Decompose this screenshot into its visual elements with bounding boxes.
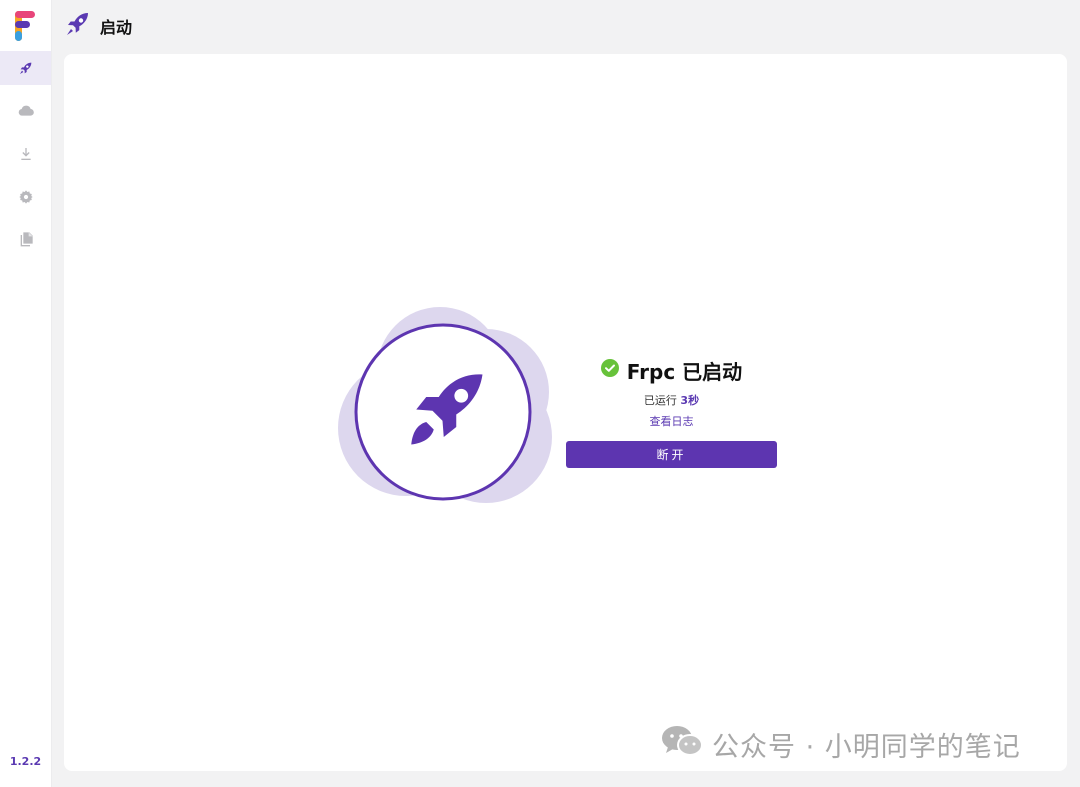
download-icon — [18, 146, 34, 162]
status-title: Frpc 已启动 — [566, 356, 777, 384]
watermark-text: 公众号 · 小明同学的笔记 — [712, 731, 1021, 763]
document-icon — [18, 231, 34, 247]
wechat-icon — [660, 724, 712, 765]
runtime-value: 3秒 — [680, 394, 700, 407]
nav-item-proxies[interactable] — [0, 94, 51, 128]
app-logo — [13, 10, 37, 42]
status-panel: Frpc 已启动 已运行 3秒 查看日志 断开 — [566, 356, 777, 468]
page-title: 启动 — [100, 18, 133, 37]
nav-item-download[interactable] — [0, 137, 51, 171]
nav-item-settings[interactable] — [0, 180, 51, 214]
runtime-info: 已运行 3秒 — [566, 392, 777, 408]
page-header: 启动 — [64, 11, 132, 41]
disconnect-button[interactable]: 断开 — [566, 441, 777, 468]
rocket-hero — [336, 300, 556, 515]
sidebar: 1.2.2 — [0, 0, 52, 787]
cloud-icon — [18, 103, 34, 119]
rocket-icon — [64, 10, 92, 42]
rocket-icon — [18, 60, 34, 76]
status-text: Frpc 已启动 — [626, 359, 743, 384]
runtime-label: 已运行 — [643, 394, 677, 407]
check-circle-icon — [600, 358, 619, 382]
nav-item-start[interactable] — [0, 51, 51, 85]
view-logs-link[interactable]: 查看日志 — [566, 413, 777, 429]
gear-icon — [18, 189, 34, 205]
version-label: 1.2.2 — [9, 755, 42, 768]
app-window: 1.2.2 启动 Frpc 已启动 已运行 3秒 查看日志 断开 公众号 · 小… — [0, 0, 1080, 787]
watermark: 公众号 · 小明同学的笔记 — [660, 724, 1021, 764]
main-panel: Frpc 已启动 已运行 3秒 查看日志 断开 — [64, 54, 1067, 771]
nav-item-about[interactable] — [0, 222, 51, 256]
